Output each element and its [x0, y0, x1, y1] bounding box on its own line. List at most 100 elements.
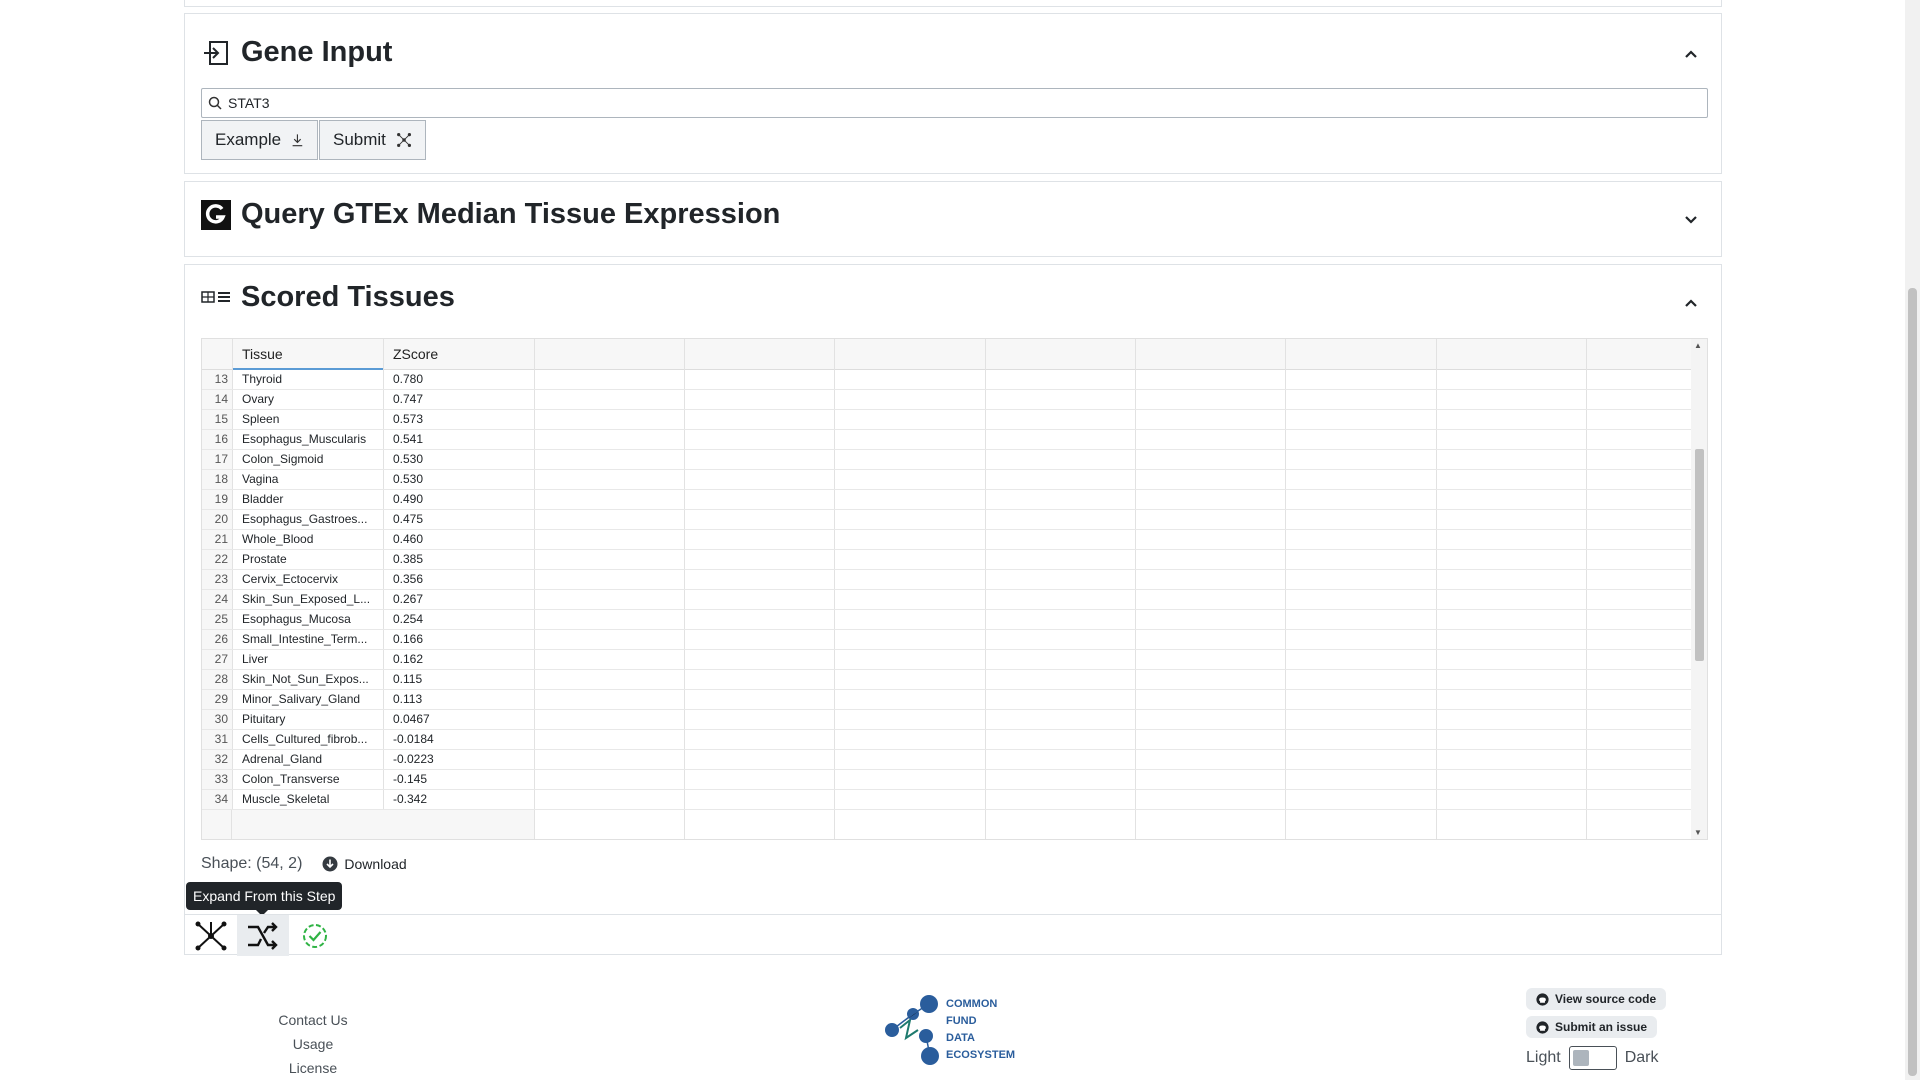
- column-header-tissue[interactable]: Tissue: [232, 339, 383, 370]
- submit-issue-label: Submit an issue: [1555, 1020, 1648, 1034]
- view-source-button[interactable]: View source code: [1526, 988, 1667, 1010]
- column-header-zscore[interactable]: ZScore: [383, 339, 534, 370]
- row-index: 32: [202, 750, 232, 769]
- tissue-cell[interactable]: Cells_Cultured_fibrob...: [232, 730, 383, 749]
- page-scrollbar-thumb[interactable]: [1908, 288, 1917, 1076]
- theme-toggle[interactable]: [1568, 1046, 1617, 1070]
- zscore-cell[interactable]: -0.0184: [383, 730, 534, 749]
- zscore-cell[interactable]: -0.342: [383, 790, 534, 809]
- table-row[interactable]: 27 Liver 0.162: [202, 650, 1693, 670]
- zscore-cell[interactable]: 0.166: [383, 630, 534, 649]
- tissue-cell[interactable]: Whole_Blood: [232, 530, 383, 549]
- tissue-cell[interactable]: Colon_Sigmoid: [232, 450, 383, 469]
- table-row[interactable]: 22 Prostate 0.385: [202, 550, 1693, 570]
- tissue-cell[interactable]: Cervix_Ectocervix: [232, 570, 383, 589]
- zscore-cell[interactable]: 0.573: [383, 410, 534, 429]
- workflow-button[interactable]: [185, 915, 237, 956]
- contact-us-link[interactable]: Contact Us: [268, 1008, 358, 1032]
- tissue-cell[interactable]: Pituitary: [232, 710, 383, 729]
- expand-from-step-button[interactable]: [237, 915, 289, 956]
- table-row[interactable]: 18 Vagina 0.530: [202, 470, 1693, 490]
- table-row[interactable]: 13 Thyroid 0.780: [202, 370, 1693, 390]
- table-row[interactable]: 33 Colon_Transverse -0.145: [202, 770, 1693, 790]
- chevron-down-icon[interactable]: [1683, 212, 1699, 228]
- chevron-up-icon[interactable]: [1683, 46, 1699, 62]
- usage-license-link[interactable]: Usage License: [268, 1032, 358, 1080]
- zscore-cell[interactable]: 0.747: [383, 390, 534, 409]
- tissue-cell[interactable]: Bladder: [232, 490, 383, 509]
- table-row[interactable]: 24 Skin_Sun_Exposed_L... 0.267: [202, 590, 1693, 610]
- zscore-cell[interactable]: 0.267: [383, 590, 534, 609]
- zscore-cell[interactable]: 0.0467: [383, 710, 534, 729]
- check-circle-icon: [303, 923, 327, 948]
- data-grid[interactable]: Tissue ZScore 13 Thyroid 0.780 14 Ovary 0.747…: [201, 338, 1708, 840]
- table-row[interactable]: 21 Whole_Blood 0.460: [202, 530, 1693, 550]
- zscore-cell[interactable]: 0.460: [383, 530, 534, 549]
- status-complete-indicator: [289, 915, 341, 956]
- tissue-cell[interactable]: Skin_Not_Sun_Expos...: [232, 670, 383, 689]
- zscore-cell[interactable]: 0.385: [383, 550, 534, 569]
- gene-search-input[interactable]: STAT3: [201, 88, 1708, 118]
- chevron-up-icon[interactable]: [1683, 295, 1699, 311]
- submit-issue-button[interactable]: Submit an issue: [1526, 1016, 1658, 1038]
- table-row[interactable]: 31 Cells_Cultured_fibrob... -0.0184: [202, 730, 1693, 750]
- grid-header: Tissue ZScore: [202, 339, 1693, 370]
- grid-vertical-scrollbar[interactable]: ▲ ▼: [1691, 339, 1707, 839]
- tissue-cell[interactable]: Skin_Sun_Exposed_L...: [232, 590, 383, 609]
- table-row[interactable]: 29 Minor_Salivary_Gland 0.113: [202, 690, 1693, 710]
- tissue-cell[interactable]: Adrenal_Gland: [232, 750, 383, 769]
- theme-toggle-knob: [1572, 1050, 1589, 1066]
- page-scrollbar[interactable]: [1905, 0, 1920, 1080]
- zscore-cell[interactable]: -0.145: [383, 770, 534, 789]
- zscore-cell[interactable]: 0.490: [383, 490, 534, 509]
- zscore-cell[interactable]: 0.254: [383, 610, 534, 629]
- table-row[interactable]: 34 Muscle_Skeletal -0.342: [202, 790, 1693, 810]
- zscore-cell[interactable]: 0.530: [383, 450, 534, 469]
- zscore-cell[interactable]: 0.541: [383, 430, 534, 449]
- download-link[interactable]: Download: [322, 856, 407, 872]
- table-row[interactable]: 19 Bladder 0.490: [202, 490, 1693, 510]
- table-row[interactable]: 23 Cervix_Ectocervix 0.356: [202, 570, 1693, 590]
- table-row[interactable]: 32 Adrenal_Gland -0.0223: [202, 750, 1693, 770]
- table-row[interactable]: 25 Esophagus_Mucosa 0.254: [202, 610, 1693, 630]
- zscore-cell[interactable]: 0.356: [383, 570, 534, 589]
- tissue-cell[interactable]: Thyroid: [232, 370, 383, 389]
- search-icon: [208, 96, 222, 110]
- tissue-cell[interactable]: Liver: [232, 650, 383, 669]
- tissue-cell[interactable]: Esophagus_Muscularis: [232, 430, 383, 449]
- tissue-cell[interactable]: Esophagus_Mucosa: [232, 610, 383, 629]
- zscore-cell[interactable]: 0.780: [383, 370, 534, 389]
- zscore-cell[interactable]: -0.0223: [383, 750, 534, 769]
- tissue-cell[interactable]: Minor_Salivary_Gland: [232, 690, 383, 709]
- tissue-cell[interactable]: Vagina: [232, 470, 383, 489]
- zscore-cell[interactable]: 0.162: [383, 650, 534, 669]
- tissue-cell[interactable]: Muscle_Skeletal: [232, 790, 383, 809]
- gene-input-title: Gene Input: [201, 36, 392, 69]
- zscore-cell[interactable]: 0.530: [383, 470, 534, 489]
- cfde-logo[interactable]: COMMON FUND DATA ECOSYSTEM: [884, 992, 1024, 1068]
- tissue-cell[interactable]: Colon_Transverse: [232, 770, 383, 789]
- table-row[interactable]: 28 Skin_Not_Sun_Expos... 0.115: [202, 670, 1693, 690]
- table-row[interactable]: 14 Ovary 0.747: [202, 390, 1693, 410]
- table-row[interactable]: 17 Colon_Sigmoid 0.530: [202, 450, 1693, 470]
- table-row[interactable]: 30 Pituitary 0.0467: [202, 710, 1693, 730]
- logo-line-fund: FUND: [946, 1015, 977, 1027]
- row-index: 26: [202, 630, 232, 649]
- scrollbar-thumb[interactable]: [1695, 449, 1704, 661]
- scroll-down-arrow-icon[interactable]: ▼: [1694, 828, 1702, 837]
- tissue-cell[interactable]: Ovary: [232, 390, 383, 409]
- table-row[interactable]: 16 Esophagus_Muscularis 0.541: [202, 430, 1693, 450]
- submit-button[interactable]: Submit: [319, 120, 426, 160]
- tissue-cell[interactable]: Prostate: [232, 550, 383, 569]
- tissue-cell[interactable]: Spleen: [232, 410, 383, 429]
- table-row[interactable]: 15 Spleen 0.573: [202, 410, 1693, 430]
- tissue-cell[interactable]: Small_Intestine_Term...: [232, 630, 383, 649]
- zscore-cell[interactable]: 0.113: [383, 690, 534, 709]
- table-row[interactable]: 26 Small_Intestine_Term... 0.166: [202, 630, 1693, 650]
- zscore-cell[interactable]: 0.115: [383, 670, 534, 689]
- tissue-cell[interactable]: Esophagus_Gastroes...: [232, 510, 383, 529]
- table-row[interactable]: 20 Esophagus_Gastroes... 0.475: [202, 510, 1693, 530]
- zscore-cell[interactable]: 0.475: [383, 510, 534, 529]
- example-button[interactable]: Example: [201, 120, 318, 160]
- scroll-up-arrow-icon[interactable]: ▲: [1694, 341, 1702, 350]
